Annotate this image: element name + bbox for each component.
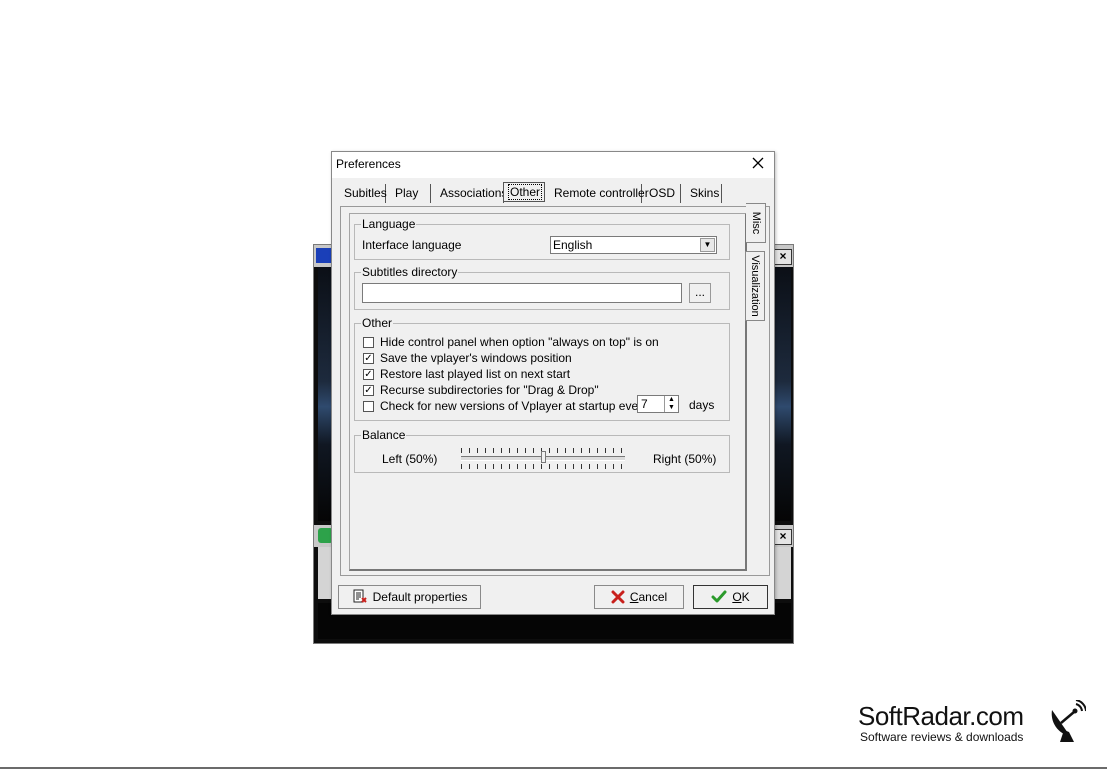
balance-slider[interactable]	[461, 446, 625, 470]
red-x-icon	[611, 590, 625, 604]
watermark-subtitle: Software reviews & downloads	[860, 730, 1024, 744]
misc-panel: Language Interface language English ▼ Su…	[349, 213, 747, 571]
update-days-spinner[interactable]: 7 ▲ ▼	[637, 395, 679, 413]
ok-button[interactable]: OK	[693, 585, 768, 609]
cancel-label-rest: ancel	[638, 590, 668, 604]
side-tab-misc-label: Misc	[749, 211, 762, 235]
other-group: Other Hide control panel when option "al…	[354, 316, 730, 421]
balance-group-title: Balance	[361, 428, 407, 442]
tab-subitles[interactable]: Subitles	[340, 184, 387, 203]
dialog-titlebar: Preferences	[332, 152, 774, 178]
recurse-subdirectories-checkbox[interactable]: ✓	[363, 385, 374, 396]
subtitles-directory-group: Subtitles directory ...	[354, 265, 730, 310]
green-check-icon	[711, 590, 727, 603]
tab-remote-controller[interactable]: Remote controller	[550, 184, 649, 203]
tab-osd[interactable]: OSD	[645, 184, 681, 203]
tab-label: Associations	[440, 186, 508, 200]
recurse-subdirectories-label: Recurse subdirectories for "Drag & Drop"	[380, 383, 599, 397]
subtitles-directory-input[interactable]	[362, 283, 682, 303]
chevron-down-icon[interactable]: ▼	[700, 238, 715, 252]
satellite-dish-icon	[1051, 700, 1086, 742]
ok-mnemonic: O	[732, 590, 742, 604]
save-window-position-label: Save the vplayer's windows position	[380, 351, 572, 365]
tab-play[interactable]: Play	[391, 184, 431, 203]
slider-thumb[interactable]	[540, 451, 546, 463]
restore-playlist-checkbox[interactable]: ✓	[363, 369, 374, 380]
other-group-title: Other	[361, 316, 394, 330]
browse-button[interactable]: ...	[689, 283, 711, 303]
player-close-icon[interactable]: ×	[774, 249, 792, 265]
interface-language-value: English	[553, 238, 593, 252]
interface-language-select[interactable]: English ▼	[550, 236, 717, 254]
ok-label: OK	[732, 590, 749, 604]
close-x-glyph	[752, 157, 764, 169]
check-new-versions-checkbox[interactable]	[363, 401, 374, 412]
cancel-button[interactable]: Cancel	[594, 585, 684, 609]
hide-control-panel-label: Hide control panel when option "always o…	[380, 335, 659, 349]
tab-associations[interactable]: Associations	[436, 184, 508, 203]
tab-other[interactable]: Other	[503, 182, 545, 202]
cancel-label: Cancel	[630, 590, 667, 604]
softradar-watermark: SoftRadar.com Software reviews & downloa…	[858, 701, 1024, 744]
side-tab-visualization-label: Visualization	[749, 255, 761, 317]
side-tab-visualization[interactable]: Visualization	[745, 251, 765, 321]
tab-label: Subitles	[344, 186, 387, 200]
close-icon[interactable]	[748, 154, 768, 174]
balance-group: Balance Left (50%) Right (50%)	[354, 428, 730, 473]
default-properties-button[interactable]: Default properties	[338, 585, 481, 609]
save-window-position-checkbox[interactable]: ✓	[363, 353, 374, 364]
restore-playlist-label: Restore last played list on next start	[380, 367, 571, 381]
days-unit-label: days	[689, 398, 715, 412]
tab-skins[interactable]: Skins	[686, 184, 722, 203]
language-group-title: Language	[361, 217, 417, 231]
player-app-icon	[316, 248, 332, 263]
tab-label: Skins	[690, 186, 720, 200]
watermark-title: SoftRadar.com	[858, 701, 1024, 731]
slider-ticks-bottom	[461, 464, 625, 469]
spinner-arrows-icon[interactable]: ▲ ▼	[664, 396, 678, 412]
language-group: Language Interface language English ▼	[354, 217, 730, 260]
subtitles-directory-group-title: Subtitles directory	[361, 265, 459, 279]
playlist-close-icon[interactable]: ×	[774, 529, 792, 545]
preferences-dialog: Preferences Subitles Play Associations O…	[331, 151, 775, 615]
tab-label: OSD	[649, 186, 676, 200]
check-new-versions-label: Check for new versions of Vplayer at sta…	[380, 399, 649, 413]
tab-label: Play	[395, 186, 419, 200]
side-tab-misc[interactable]: Misc	[746, 203, 766, 243]
tab-label: Remote controller	[554, 186, 649, 200]
document-properties-icon	[353, 589, 367, 603]
dialog-title: Preferences	[336, 157, 401, 171]
tab-label: Other	[508, 184, 543, 200]
interface-language-label: Interface language	[362, 238, 462, 252]
tab-panel-other: Language Interface language English ▼ Su…	[340, 203, 770, 576]
ok-label-rest: K	[741, 590, 750, 604]
hide-control-panel-checkbox[interactable]	[363, 337, 374, 348]
balance-left-label: Left (50%)	[382, 452, 438, 466]
default-properties-label: Default properties	[372, 590, 468, 604]
update-days-value: 7	[641, 397, 648, 411]
balance-right-label: Right (50%)	[653, 452, 717, 466]
